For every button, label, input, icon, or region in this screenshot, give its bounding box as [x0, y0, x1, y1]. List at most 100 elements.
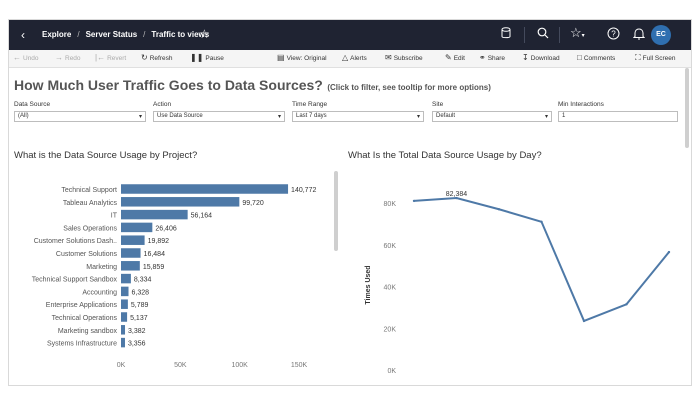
y-tick-label: 40K [384, 285, 397, 292]
bell-icon[interactable] [632, 27, 646, 43]
redo-arrow-icon: → [55, 53, 63, 62]
chevron-down-icon: ▾ [277, 114, 281, 120]
x-tick-label: 100K [231, 362, 248, 369]
envelope-icon: ✉ [385, 53, 392, 62]
data-point[interactable] [667, 250, 671, 254]
download-button[interactable]: ↧ Download [522, 54, 560, 62]
category-label: Tableau Analytics [63, 200, 118, 207]
data-label: 26,406 [155, 225, 177, 232]
search-icon[interactable] [537, 27, 549, 42]
alerts-button[interactable]: △ Alerts [342, 54, 367, 62]
bar[interactable] [121, 197, 240, 207]
category-label: Systems Infrastructure [47, 341, 117, 348]
bar[interactable] [121, 184, 289, 194]
bar[interactable] [121, 286, 129, 297]
bar[interactable] [121, 261, 140, 271]
min-interactions-input[interactable]: 1 [558, 111, 678, 122]
data-point[interactable] [625, 303, 628, 306]
bar[interactable] [121, 312, 128, 322]
refresh-button[interactable]: ↻ Refresh [141, 54, 172, 62]
full-screen-button[interactable]: ⛶ Full Screen [635, 54, 675, 62]
series-line[interactable] [413, 197, 670, 323]
category-label: Customer Solutions [56, 251, 118, 258]
view-icon: ▤ [277, 53, 285, 62]
download-icon: ↧ [522, 53, 529, 62]
page-subtitle: (Click to filter, see tooltip for more o… [327, 83, 491, 92]
data-label: 5,137 [130, 315, 148, 322]
breadcrumb: Explore / Server Status / Traffic to vie… [42, 30, 209, 39]
data-label: 19,892 [148, 238, 170, 245]
y-tick-label: 60K [384, 243, 397, 250]
data-label: 82,384 [446, 191, 468, 198]
pause-button[interactable]: ❚❚ Pause [190, 54, 224, 62]
category-label: Marketing [86, 264, 117, 271]
refresh-icon: ↻ [141, 53, 148, 62]
edit-button[interactable]: ✎ Edit [445, 54, 465, 62]
category-label: Technical Support [61, 187, 117, 194]
revert-icon: |← [95, 53, 106, 62]
data-label: 16,484 [144, 251, 166, 258]
filter-label: Action [153, 101, 172, 108]
dashboard-scrollbar[interactable] [685, 68, 689, 148]
back-chevron-icon[interactable]: ‹ [21, 28, 25, 42]
filter-action: Action Use Data Source ▾ [153, 101, 285, 122]
bar[interactable] [121, 222, 153, 233]
data-source-icon[interactable] [501, 27, 511, 42]
bar[interactable] [121, 248, 141, 258]
subscribe-button[interactable]: ✉ Subscribe [385, 54, 423, 62]
header-divider [559, 27, 560, 43]
bar[interactable] [121, 235, 145, 245]
bar[interactable] [121, 273, 131, 284]
header-divider [524, 27, 525, 43]
data-point[interactable] [412, 199, 416, 203]
share-icon: ⚭ [479, 53, 486, 62]
bar[interactable] [121, 325, 126, 335]
star-dropdown-icon[interactable]: ☆▾ [570, 25, 585, 41]
filter-time-range: Time Range Last 7 days ▾ [292, 101, 424, 122]
usage-by-project-bar-chart[interactable]: Technical Support 140,772 Tableau Analytic… [9, 165, 339, 380]
filter-label: Min Interactions [558, 101, 604, 108]
bar-chart-scrollbar[interactable] [334, 171, 338, 251]
line-chart-title: What Is the Total Data Source Usage by D… [348, 150, 542, 161]
filter-label: Site [432, 101, 444, 108]
alert-icon: △ [342, 53, 349, 62]
data-point[interactable] [540, 220, 543, 223]
page-title: How Much User Traffic Goes to Data Sourc… [14, 77, 323, 93]
bar-chart-title: What is the Data Source Usage by Project… [14, 150, 198, 161]
filter-site: Site Default ▾ [432, 101, 552, 122]
action-dropdown[interactable]: Use Data Source ▾ [153, 111, 285, 122]
data-source-dropdown[interactable]: (All) ▾ [14, 111, 146, 122]
redo-button[interactable]: → Redo [55, 54, 81, 62]
dashboard-window: ‹ Explore / Server Status / Traffic to v… [8, 19, 692, 386]
comments-button[interactable]: □ Comments [577, 54, 615, 62]
site-dropdown[interactable]: Default ▾ [432, 111, 552, 122]
time-range-dropdown[interactable]: Last 7 days ▾ [292, 111, 424, 122]
category-label: Technical Support Sandbox [32, 277, 118, 284]
y-tick-label: 0K [387, 368, 396, 375]
breadcrumb-server-status[interactable]: Server Status [86, 30, 138, 39]
view-original-button[interactable]: ▤ View: Original [277, 54, 327, 62]
y-axis-label: Times Used [365, 265, 372, 304]
filter-label: Time Range [292, 101, 328, 108]
pause-icon: ❚❚ [190, 53, 204, 62]
user-avatar[interactable]: EC [651, 25, 671, 45]
chevron-down-icon: ▾ [416, 114, 420, 120]
bar[interactable] [121, 299, 128, 309]
chevron-down-icon: ▾ [544, 114, 548, 120]
data-point[interactable] [497, 208, 501, 211]
favorite-star-icon[interactable]: ☆ [199, 27, 210, 41]
usage-by-day-line-chart[interactable]: 0K20K40K60K80KTimes UsedSep 13Sep 14Sep … [344, 165, 684, 380]
breadcrumb-explore[interactable]: Explore [42, 30, 71, 39]
x-tick-label: 0K [117, 362, 126, 369]
undo-button[interactable]: ← Undo [13, 54, 39, 62]
top-navigation-bar: ‹ Explore / Server Status / Traffic to v… [9, 20, 691, 50]
share-button[interactable]: ⚭ Share [479, 54, 505, 62]
filter-min-interactions: Min Interactions 1 [558, 101, 678, 122]
data-label: 140,772 [291, 187, 316, 194]
revert-button[interactable]: |← Revert [95, 54, 126, 62]
pencil-icon: ✎ [445, 53, 452, 62]
bar[interactable] [121, 337, 125, 348]
help-icon[interactable]: ? [607, 27, 620, 43]
bar[interactable] [121, 209, 188, 220]
data-point[interactable] [582, 319, 586, 323]
